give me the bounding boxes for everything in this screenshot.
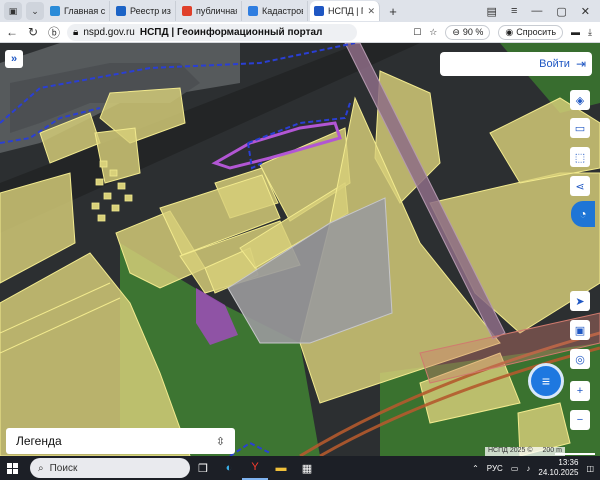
close-window-icon[interactable]: ✕ bbox=[581, 5, 590, 18]
clock[interactable]: 13:36 24.10.2025 bbox=[538, 458, 578, 478]
legend-label: Легенда bbox=[16, 434, 62, 448]
tab-title: Кадастрове bbox=[262, 6, 303, 16]
lock-icon: 🔒︎ bbox=[73, 26, 79, 38]
pin-search-icon[interactable]: ◎ bbox=[570, 349, 590, 369]
zoom-icon: ⊖ bbox=[452, 26, 460, 37]
menu-icon[interactable]: ≡ bbox=[511, 5, 517, 17]
layers-icon[interactable]: ◈ bbox=[570, 90, 590, 110]
zoom-in-icon[interactable]: + bbox=[570, 381, 590, 401]
menu-fab-icon[interactable]: ≡ bbox=[528, 363, 564, 399]
search-placeholder: Поиск bbox=[49, 462, 78, 474]
chevron-updown-icon: ⇳ bbox=[215, 435, 225, 448]
zoom-level: 90 % bbox=[462, 27, 484, 37]
login-arrow-icon: ⇥ bbox=[575, 57, 586, 71]
download-icon[interactable]: ⤓ bbox=[588, 27, 592, 38]
tab-favicon-icon bbox=[248, 6, 258, 16]
system-tray: ⌃ РУС ▭ ♪ 13:36 24.10.2025 ◫ bbox=[472, 458, 600, 478]
tab-favicon-icon bbox=[50, 6, 60, 16]
map-attribution: НСПД 2025 © 200 m bbox=[485, 447, 565, 456]
language-indicator[interactable]: РУС bbox=[487, 464, 503, 473]
zoom-button[interactable]: ⊖ 90 % bbox=[445, 24, 491, 40]
file-explorer-icon[interactable]: ▬ bbox=[268, 456, 294, 480]
tab-list-chevron-icon[interactable]: ⌄ bbox=[26, 2, 44, 20]
locate-icon[interactable]: ➤ bbox=[570, 291, 590, 311]
basemap-icon[interactable]: ▣ bbox=[570, 320, 590, 340]
select-area-icon[interactable]: ⬚ bbox=[570, 147, 590, 167]
browser-tab-strip: ▣ ⌄ Главная стр Реестр изве публичная к … bbox=[0, 0, 600, 22]
browser-tab-2[interactable]: Реестр изве bbox=[112, 1, 176, 21]
window-controls: ▤ ≡ — ▢ ✕ bbox=[487, 5, 600, 18]
browser-tab-active[interactable]: НСПД | Ге ✕ bbox=[310, 1, 380, 21]
ask-icon: ◉ bbox=[505, 26, 514, 37]
yandex-browser-icon[interactable]: Y bbox=[242, 456, 268, 480]
share-icon[interactable]: ⋖ bbox=[570, 176, 590, 196]
address-bar: ← ↻ ⓑ 🔒︎ nspd.gov.ru НСПД | Геоинформаци… bbox=[0, 22, 600, 43]
ask-label: Спросить bbox=[516, 27, 557, 37]
ask-button[interactable]: ◉ Спросить bbox=[498, 24, 564, 40]
tab-favicon-icon bbox=[182, 6, 192, 16]
chat-assistant-icon[interactable]: ◔ bbox=[571, 201, 595, 227]
map-canvas[interactable] bbox=[0, 43, 600, 456]
clock-date: 24.10.2025 bbox=[538, 468, 579, 477]
app-thumbnail-icon[interactable]: ▦ bbox=[294, 456, 320, 480]
page-title: НСПД | Геоинформационный портал bbox=[139, 26, 323, 38]
bookmark-icon[interactable]: ☐ bbox=[413, 27, 421, 38]
legend-dropdown[interactable]: Легенда ⇳ bbox=[6, 428, 235, 454]
windows-taskbar: ⌕ Поиск ❒ ◐ Y ▬ ▦ ⌃ РУС ▭ ♪ 13:36 24.10.… bbox=[0, 456, 600, 480]
site-info-icon[interactable]: ⓑ bbox=[45, 23, 63, 41]
network-icon[interactable]: ▭ bbox=[511, 464, 519, 473]
back-icon[interactable]: ← bbox=[3, 23, 21, 41]
tab-title: НСПД | Ге bbox=[328, 6, 363, 16]
browser-tab-4[interactable]: Кадастрове bbox=[244, 1, 308, 21]
tab-title: публичная к bbox=[196, 6, 237, 16]
downloads-panel-icon[interactable]: ▤ bbox=[487, 5, 497, 18]
ruler-icon[interactable]: ▭ bbox=[570, 118, 590, 138]
start-icon[interactable] bbox=[0, 456, 24, 480]
tab-favicon-icon bbox=[116, 6, 126, 16]
url-text: nspd.gov.ru bbox=[83, 26, 135, 38]
close-tab-icon[interactable]: ✕ bbox=[367, 6, 375, 17]
task-view-icon[interactable]: ❒ bbox=[190, 456, 216, 480]
edge-browser-icon[interactable]: ◐ bbox=[216, 456, 242, 480]
expand-panel-icon[interactable]: » bbox=[5, 50, 23, 68]
search-icon: ⌕ bbox=[38, 462, 44, 474]
browser-tab-1[interactable]: Главная стр bbox=[46, 1, 110, 21]
url-field[interactable]: 🔒︎ nspd.gov.ru НСПД | Геоинформационный … bbox=[67, 23, 357, 41]
minimize-icon[interactable]: — bbox=[531, 5, 542, 17]
favorite-icon[interactable]: ☆ bbox=[429, 27, 437, 38]
notifications-icon[interactable]: ◫ bbox=[586, 464, 594, 473]
tab-title: Реестр изве bbox=[130, 6, 171, 16]
browser-tab-3[interactable]: публичная к bbox=[178, 1, 242, 21]
login-button[interactable]: Войти ⇥ bbox=[440, 52, 592, 76]
zoom-out-icon[interactable]: − bbox=[570, 410, 590, 430]
taskbar-search-input[interactable]: ⌕ Поиск bbox=[30, 458, 190, 478]
tab-favicon-icon bbox=[314, 6, 324, 16]
refresh-icon[interactable]: ↻ bbox=[24, 23, 42, 41]
clock-time: 13:36 bbox=[558, 458, 579, 467]
scale-label: 200 m bbox=[542, 447, 562, 454]
map-view[interactable]: » Войти ⇥ ◈ ▭ ⬚ ⋖ ◔ ➤ ▣ ◎ + − ≡ Легенда … bbox=[0, 43, 600, 456]
new-tab-icon[interactable]: + bbox=[384, 2, 402, 20]
maximize-icon[interactable]: ▢ bbox=[556, 5, 566, 18]
tab-title: Главная стр bbox=[64, 6, 105, 16]
extensions-icon[interactable]: ▬ bbox=[571, 27, 580, 37]
volume-icon[interactable]: ♪ bbox=[526, 464, 530, 473]
login-label: Войти bbox=[539, 58, 570, 70]
tab-actions-icon[interactable]: ▣ bbox=[4, 2, 22, 20]
attribution-text: НСПД 2025 © bbox=[488, 447, 533, 454]
tray-chevron-icon[interactable]: ⌃ bbox=[472, 464, 479, 473]
